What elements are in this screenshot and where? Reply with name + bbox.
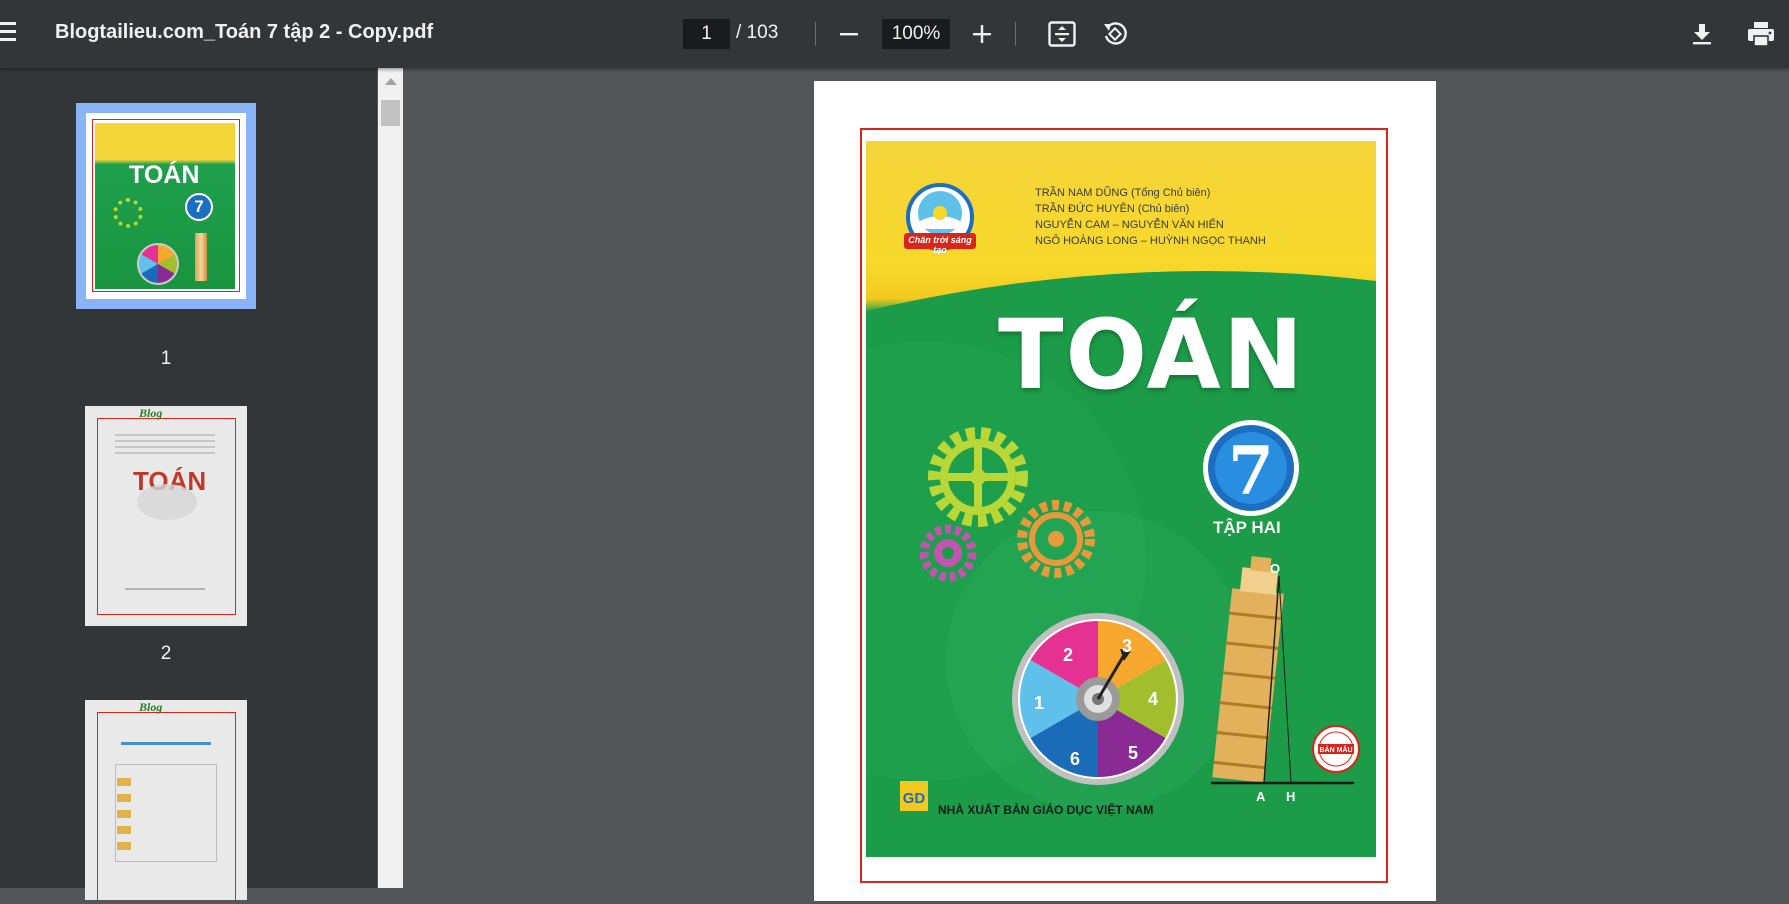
scrollbar-thumb[interactable] — [381, 100, 400, 126]
wheel-number-6: 6 — [1070, 749, 1080, 769]
plus-icon — [973, 25, 991, 43]
download-icon — [1693, 24, 1711, 45]
wheel-number-4: 4 — [1148, 689, 1158, 709]
thumbnail-page-1[interactable]: TOÁN 7 — [76, 103, 256, 309]
print-button[interactable] — [1745, 18, 1777, 50]
toolbar-divider — [1015, 22, 1016, 46]
author-line: NGÔ HOÀNG LONG – HUỲNH NGỌC THANH — [1035, 235, 1266, 247]
thumbnail-grade-badge: 7 — [185, 193, 213, 221]
wheel-number-1: 1 — [1034, 693, 1044, 713]
toolbar-divider — [815, 22, 816, 46]
volume-label: TẬP HAI — [1213, 518, 1281, 537]
thumbnail-page-3[interactable]: Blog — [85, 700, 247, 904]
author-list: TRẦN NAM DŨNG (Tổng Chủ biên) TRẦN ĐỨC H… — [1035, 185, 1266, 249]
number-wheel: 2 3 4 5 6 1 — [1012, 613, 1184, 785]
printer-icon — [1748, 22, 1774, 47]
download-button[interactable] — [1686, 18, 1718, 50]
publisher-mark: GD — [903, 790, 926, 807]
grade-badge: 7 — [1203, 420, 1299, 516]
document-title: Blogtailieu.com_Toán 7 tập 2 - Copy.pdf — [55, 21, 434, 43]
author-line: TRẦN NAM DŨNG (Tổng Chủ biên) — [1035, 187, 1211, 199]
publisher-name: NHÀ XUẤT BẢN GIÁO DỤC VIỆT NAM — [938, 803, 1154, 817]
thumbnail-label-1: 1 — [160, 348, 172, 369]
fit-to-page-icon — [1048, 21, 1076, 47]
thumbnail-title: TOÁN — [129, 161, 200, 189]
wheel-number-5: 5 — [1128, 743, 1138, 763]
minus-icon — [840, 33, 858, 36]
logo-text: Chân trời sáng tạo — [908, 235, 972, 255]
page-total: / 103 — [736, 22, 779, 43]
author-line: TRẦN ĐỨC HUYÊN (Chủ biên) — [1035, 203, 1190, 215]
book-cover: 2 3 4 5 6 1 O A H BẢN MẪU GD 7 Chân trời… — [866, 141, 1376, 857]
fit-page-button[interactable] — [1046, 18, 1078, 50]
tower-label-o: O — [1270, 561, 1280, 576]
grade-number: 7 — [1228, 432, 1274, 510]
ban-mau-stamp: BẢN MẪU — [1312, 725, 1360, 773]
sidebar-scrollbar[interactable] — [378, 68, 403, 888]
thumbnail-label-2: 2 — [160, 643, 172, 664]
thumbnail-cover-art: TOÁN 7 — [95, 123, 235, 289]
wheel-number-3: 3 — [1122, 636, 1132, 656]
rotate-counterclockwise-icon — [1104, 22, 1127, 45]
tower-label-h: H — [1286, 789, 1295, 804]
book-title: TOÁN — [998, 299, 1306, 411]
zoom-level-field[interactable]: 100% — [882, 19, 950, 49]
menu-icon[interactable] — [0, 22, 16, 42]
page-number-input[interactable] — [683, 19, 730, 49]
pdf-page-1: 2 3 4 5 6 1 O A H BẢN MẪU GD 7 Chân trời… — [814, 81, 1436, 901]
author-line: NGUYỄN CAM – NGUYỄN VĂN HIỂN — [1035, 219, 1224, 231]
zoom-in-button[interactable] — [966, 18, 998, 50]
stamp-text: BẢN MẪU — [1319, 745, 1352, 754]
wheel-number-2: 2 — [1063, 645, 1073, 665]
publisher-logo: GD — [900, 781, 928, 811]
tower-label-a: A — [1256, 789, 1266, 804]
scroll-up-arrow-icon[interactable] — [385, 78, 397, 85]
rotate-button[interactable] — [1099, 18, 1131, 50]
pdf-toolbar: Blogtailieu.com_Toán 7 tập 2 - Copy.pdf … — [0, 0, 1789, 68]
thumbnail-page-2[interactable]: Blog TOÁN — [85, 406, 247, 626]
zoom-out-button[interactable] — [833, 18, 865, 50]
thumbnail-sidebar: TOÁN 7 1 Blog TOÁN 2 Blog — [0, 68, 377, 904]
chan-troi-sang-tao-logo: Chân trời sáng tạo — [900, 183, 980, 255]
